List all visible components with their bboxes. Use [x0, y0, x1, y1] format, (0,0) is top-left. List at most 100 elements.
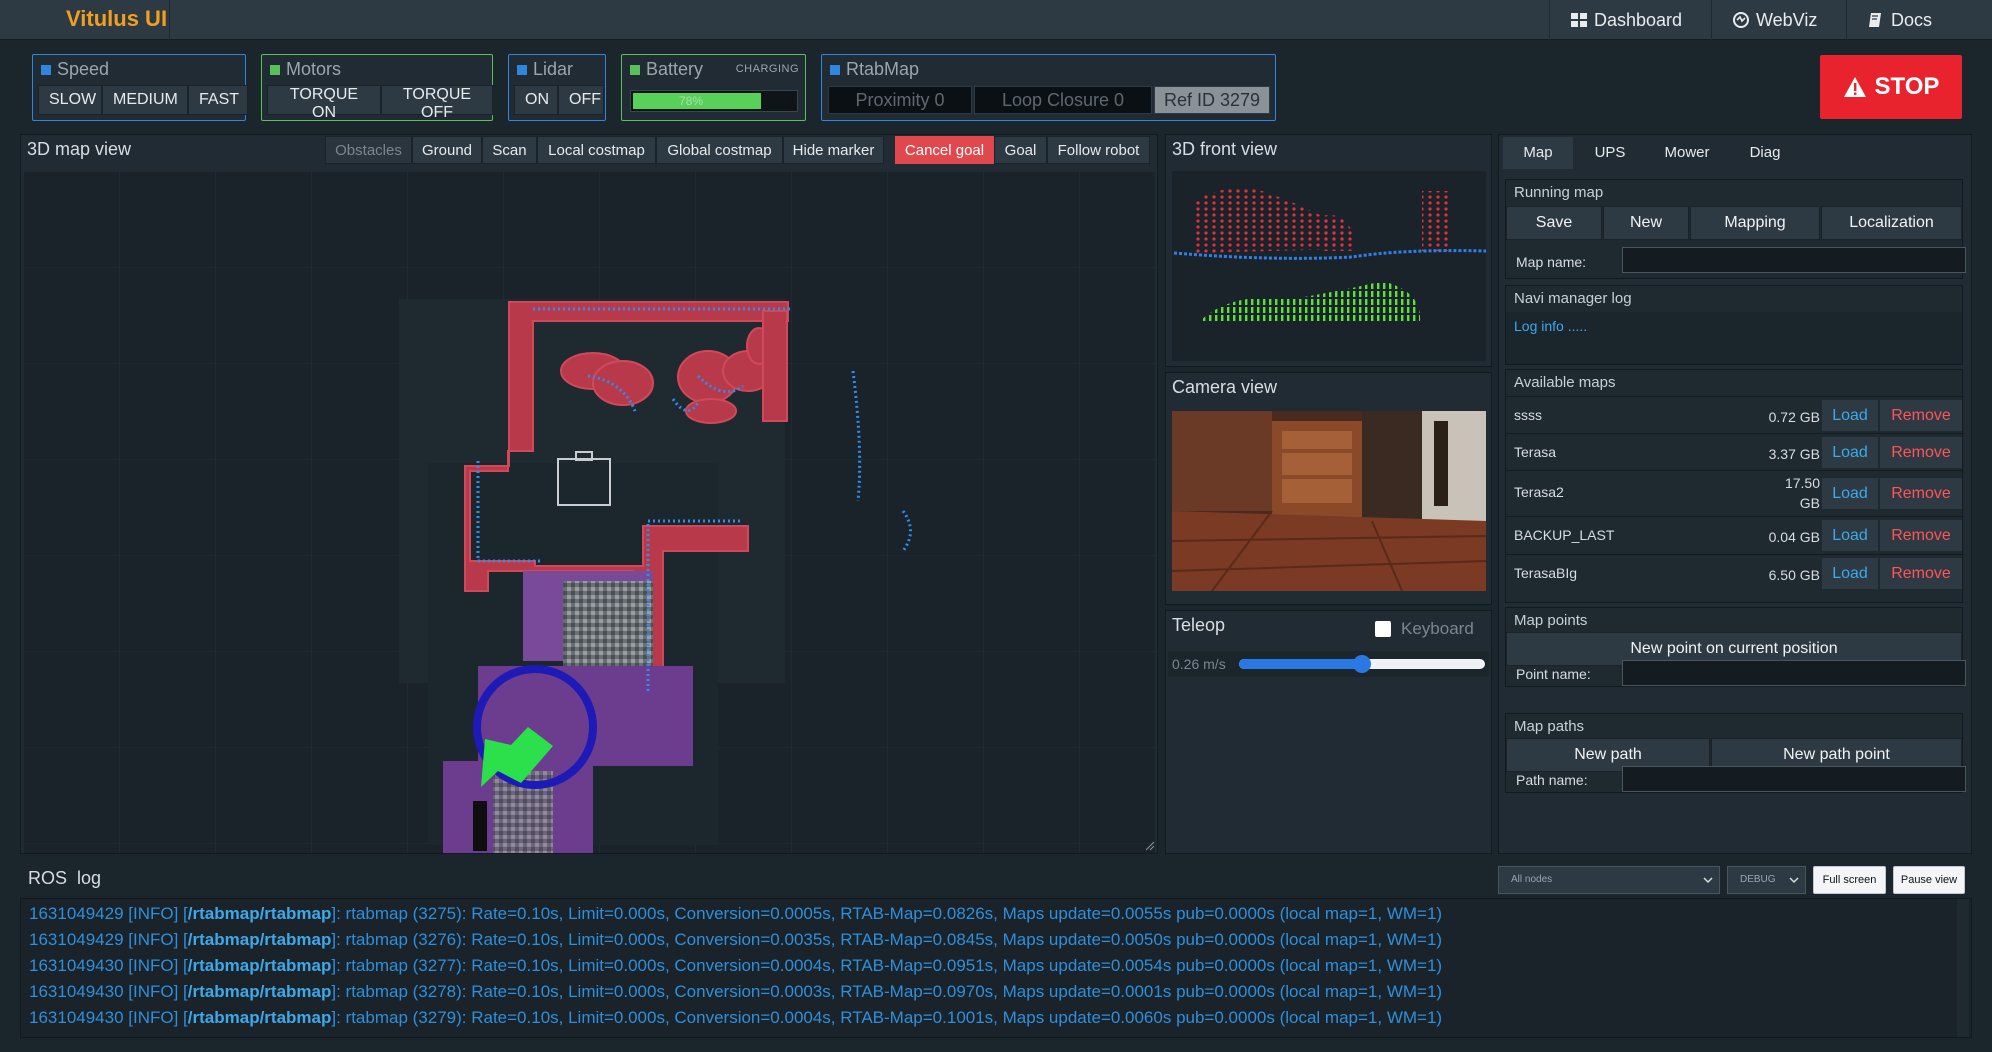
- load-map-button[interactable]: Load: [1822, 400, 1878, 431]
- map-row-name: Terasa2: [1514, 484, 1564, 500]
- point-cloud-image: [1173, 187, 1487, 321]
- tab-diag[interactable]: Diag: [1729, 137, 1801, 169]
- full-screen-button[interactable]: Full screen: [1813, 866, 1886, 894]
- log-message: ]: rtabmap (3277): Rate=0.10s, Limit=0.0…: [331, 956, 1443, 975]
- map-points-title: Map points: [1514, 612, 1588, 629]
- pause-view-button[interactable]: Pause view: [1893, 866, 1965, 894]
- tab-mower[interactable]: Mower: [1647, 137, 1727, 169]
- available-maps-section: Available maps ssss 0.72 GB Load Remove …: [1505, 369, 1964, 603]
- map-row-size: 6.50 GB: [1768, 567, 1820, 583]
- navi-log-output[interactable]: Log info .....: [1506, 312, 1962, 364]
- remove-map-button[interactable]: Remove: [1880, 400, 1962, 431]
- localization-button[interactable]: Localization: [1821, 206, 1962, 240]
- camera-view-panel: Camera view: [1165, 372, 1492, 605]
- speed-title: Speed: [57, 59, 110, 79]
- log-message: ]: rtabmap (3279): Rate=0.10s, Limit=0.0…: [331, 1008, 1443, 1027]
- nav-webviz-label: WebViz: [1756, 10, 1818, 30]
- remove-map-button[interactable]: Remove: [1880, 478, 1962, 509]
- lidar-on-button[interactable]: ON: [514, 85, 558, 115]
- log-message: ]: rtabmap (3275): Rate=0.10s, Limit=0.0…: [331, 904, 1443, 923]
- map-name-input[interactable]: [1622, 247, 1966, 273]
- remove-map-button[interactable]: Remove: [1880, 558, 1962, 589]
- map-row-size: 0.72 GB: [1768, 409, 1820, 425]
- speed-medium-button[interactable]: MEDIUM: [102, 85, 188, 115]
- keyboard-checkbox[interactable]: [1375, 621, 1391, 637]
- rtabmap-indicator: [830, 64, 840, 75]
- emergency-stop-button[interactable]: STOP: [1820, 55, 1962, 119]
- map-row-size: 0.04 GB: [1768, 529, 1820, 545]
- slider-knob[interactable]: [1353, 655, 1371, 673]
- log-scrollbar[interactable]: [1957, 899, 1969, 1037]
- remove-map-button[interactable]: Remove: [1880, 520, 1962, 551]
- torque-on-button[interactable]: TORQUE ON: [267, 85, 381, 121]
- resize-handle-icon[interactable]: [1145, 841, 1155, 851]
- lidar-off-button[interactable]: OFF: [558, 85, 604, 115]
- rtabmap-proximity: Proximity 0: [828, 86, 972, 114]
- chevron-down-icon: [1703, 877, 1713, 884]
- tab-map[interactable]: Map: [1503, 137, 1573, 169]
- path-name-input[interactable]: [1622, 766, 1966, 792]
- level-filter-select[interactable]: DEBUG: [1727, 866, 1806, 894]
- rtabmap-loop-closure: Loop Closure 0: [974, 86, 1152, 114]
- level-filter-value: DEBUG: [1740, 874, 1776, 885]
- new-map-button[interactable]: New: [1603, 206, 1689, 240]
- map-points-section: Map points New point on current position…: [1505, 607, 1966, 687]
- motors-group: Motors TORQUE ON TORQUE OFF: [261, 54, 493, 121]
- log-timestamp: 1631049429 [INFO] [: [29, 930, 188, 949]
- torque-off-button[interactable]: TORQUE OFF: [381, 85, 493, 121]
- brand-logo[interactable]: Vitulus UI: [48, 0, 170, 40]
- ros-log-lines: 1631049429 [INFO] [/rtabmap/rtabmap]: rt…: [29, 901, 1442, 1031]
- obstacles-button[interactable]: Obstacles: [325, 136, 412, 164]
- webviz-icon: [1733, 12, 1749, 28]
- ros-log-output[interactable]: 1631049429 [INFO] [/rtabmap/rtabmap]: rt…: [20, 898, 1972, 1038]
- nav-docs-label: Docs: [1891, 10, 1933, 30]
- battery-title: Battery: [646, 59, 704, 79]
- teleop-title: Teleop: [1172, 615, 1226, 635]
- speed-fast-button[interactable]: FAST: [188, 85, 248, 115]
- running-map-title: Running map: [1514, 184, 1604, 201]
- front-view-canvas[interactable]: [1172, 171, 1487, 361]
- top-navbar: Vitulus UI Dashboard WebViz Docs: [0, 0, 1992, 40]
- load-map-button[interactable]: Load: [1822, 478, 1878, 509]
- global-costmap-button[interactable]: Global costmap: [656, 136, 783, 164]
- map-row-name: BACKUP_LAST: [1514, 527, 1615, 543]
- map-3d-panel: 3D map view: [20, 134, 1158, 854]
- save-map-button[interactable]: Save: [1506, 206, 1602, 240]
- follow-robot-button[interactable]: Follow robot: [1047, 136, 1150, 164]
- battery-indicator: [630, 64, 640, 75]
- load-map-button[interactable]: Load: [1822, 520, 1878, 551]
- goal-button[interactable]: Goal: [994, 136, 1047, 164]
- point-name-label: Point name:: [1516, 666, 1591, 682]
- node-filter-select[interactable]: All nodes: [1498, 866, 1720, 894]
- local-costmap-button[interactable]: Local costmap: [537, 136, 656, 164]
- remove-map-button[interactable]: Remove: [1880, 437, 1962, 468]
- map-row-name: TerasaBIg: [1514, 565, 1578, 581]
- map-row: Terasa 3.37 GB Load Remove: [1506, 433, 1964, 470]
- tab-ups[interactable]: UPS: [1575, 137, 1645, 169]
- rtabmap-title: RtabMap: [846, 59, 920, 79]
- chevron-down-icon: [1789, 877, 1799, 884]
- map-row-name: ssss: [1514, 407, 1542, 423]
- map-3d-canvas[interactable]: [23, 171, 1155, 853]
- camera-feed[interactable]: [1171, 411, 1487, 592]
- hide-marker-button[interactable]: Hide marker: [783, 136, 884, 164]
- log-timestamp: 1631049430 [INFO] [: [29, 1008, 188, 1027]
- nav-docs-link[interactable]: Docs: [1846, 0, 1952, 40]
- point-name-input[interactable]: [1622, 660, 1966, 686]
- keyboard-label: Keyboard: [1401, 619, 1474, 638]
- nav-dashboard-link[interactable]: Dashboard: [1549, 0, 1702, 40]
- load-map-button[interactable]: Load: [1822, 437, 1878, 468]
- cancel-goal-button[interactable]: Cancel goal: [895, 136, 994, 164]
- load-map-button[interactable]: Load: [1822, 558, 1878, 589]
- log-line: 1631049429 [INFO] [/rtabmap/rtabmap]: rt…: [29, 901, 1442, 927]
- teleop-speed-slider[interactable]: [1239, 655, 1485, 673]
- speed-slow-button[interactable]: SLOW: [38, 85, 102, 115]
- mapping-button[interactable]: Mapping: [1690, 206, 1820, 240]
- scan-button[interactable]: Scan: [482, 136, 537, 164]
- speed-group: Speed SLOW MEDIUM FAST: [32, 54, 248, 121]
- nav-webviz-link[interactable]: WebViz: [1711, 0, 1837, 40]
- log-timestamp: 1631049429 [INFO] [: [29, 904, 188, 923]
- teleop-speed-label: 0.26 m/s: [1172, 656, 1226, 672]
- front-view-title: 3D front view: [1172, 139, 1278, 159]
- ground-button[interactable]: Ground: [412, 136, 482, 164]
